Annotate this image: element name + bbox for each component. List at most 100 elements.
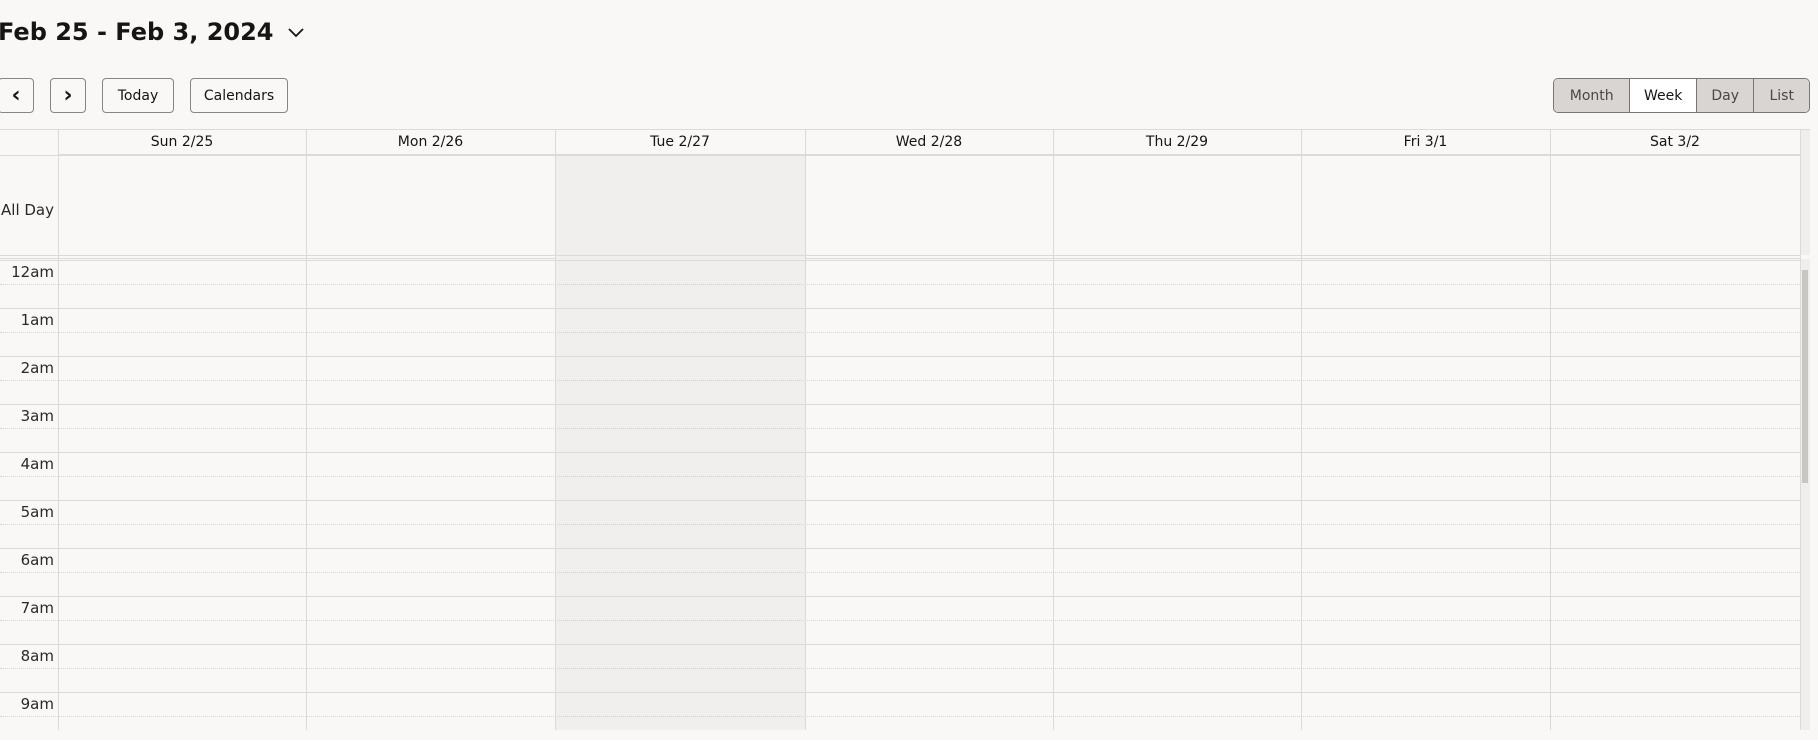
view-day-button[interactable]: Day (1695, 79, 1754, 112)
time-slot[interactable] (307, 309, 555, 356)
time-slot[interactable] (1054, 261, 1301, 308)
time-slot[interactable] (307, 693, 555, 740)
time-slot[interactable] (1054, 597, 1301, 644)
time-slot[interactable] (1551, 309, 1800, 356)
day-header[interactable]: Sat 3/2 (1550, 130, 1800, 155)
time-slot[interactable] (1551, 501, 1800, 548)
time-slot[interactable] (1302, 693, 1550, 740)
time-slot[interactable] (806, 261, 1053, 308)
time-slot[interactable] (1302, 597, 1550, 644)
view-month-button[interactable]: Month (1554, 79, 1630, 112)
date-range-label: Feb 25 - Feb 3, 2024 (0, 18, 274, 46)
day-header[interactable]: Fri 3/1 (1301, 130, 1550, 155)
time-slot[interactable] (556, 501, 805, 548)
chevron-right-icon: › (63, 83, 73, 108)
time-slot[interactable] (556, 597, 805, 644)
time-slot[interactable] (307, 261, 555, 308)
time-slot[interactable] (1551, 549, 1800, 596)
time-slot[interactable] (806, 693, 1053, 740)
date-range-title[interactable]: Feb 25 - Feb 3, 2024 (0, 18, 306, 46)
time-slot[interactable] (806, 453, 1053, 500)
time-slot[interactable] (307, 453, 555, 500)
time-slot[interactable] (806, 309, 1053, 356)
all-day-cell[interactable] (1302, 156, 1550, 255)
time-slot[interactable] (1054, 309, 1301, 356)
time-slot[interactable] (1302, 645, 1550, 692)
time-slot[interactable] (556, 357, 805, 404)
time-slot[interactable] (556, 645, 805, 692)
scrollbar-thumb[interactable] (1802, 270, 1808, 483)
time-slot[interactable] (59, 645, 306, 692)
time-slot[interactable] (59, 693, 306, 740)
time-slot[interactable] (1054, 453, 1301, 500)
time-slot[interactable] (59, 597, 306, 644)
day-header[interactable]: Mon 2/26 (306, 130, 555, 155)
time-slot[interactable] (307, 597, 555, 644)
time-slot[interactable] (1551, 405, 1800, 452)
time-slot[interactable] (1302, 405, 1550, 452)
all-day-cell[interactable] (307, 156, 555, 255)
time-slot[interactable] (556, 453, 805, 500)
time-slot[interactable] (307, 405, 555, 452)
day-header[interactable]: Thu 2/29 (1053, 130, 1301, 155)
time-slot[interactable] (1551, 645, 1800, 692)
previous-button[interactable]: ‹ (0, 78, 34, 113)
time-slot[interactable] (59, 309, 306, 356)
all-day-cell[interactable] (806, 156, 1053, 255)
view-week-button[interactable]: Week (1629, 79, 1696, 112)
time-slot[interactable] (1302, 501, 1550, 548)
time-slot[interactable] (1054, 549, 1301, 596)
time-slot[interactable] (59, 261, 306, 308)
all-day-scrollbar[interactable] (1800, 130, 1810, 255)
time-slot[interactable] (1054, 405, 1301, 452)
time-slot[interactable] (556, 549, 805, 596)
day-header[interactable]: Sun 2/25 (58, 130, 306, 155)
time-slot[interactable] (806, 501, 1053, 548)
time-slot[interactable] (307, 549, 555, 596)
time-slot[interactable] (806, 597, 1053, 644)
time-slot[interactable] (1551, 453, 1800, 500)
all-day-cell[interactable] (556, 156, 805, 255)
time-slot[interactable] (1054, 357, 1301, 404)
time-slot[interactable] (1054, 645, 1301, 692)
time-slot[interactable] (556, 261, 805, 308)
time-slot[interactable] (1551, 597, 1800, 644)
time-slot[interactable] (1302, 549, 1550, 596)
time-slot[interactable] (59, 549, 306, 596)
time-slot[interactable] (1302, 309, 1550, 356)
time-slot[interactable] (307, 645, 555, 692)
today-button[interactable]: Today (102, 78, 174, 113)
time-slot[interactable] (1302, 453, 1550, 500)
next-button[interactable]: › (50, 78, 86, 113)
time-slot[interactable] (59, 501, 306, 548)
view-list-button[interactable]: List (1753, 79, 1809, 112)
time-slot[interactable] (1551, 693, 1800, 740)
hour-label: 2am (20, 359, 54, 377)
all-day-cell[interactable] (59, 156, 306, 255)
time-slot[interactable] (307, 357, 555, 404)
hour-label: 4am (20, 455, 54, 473)
time-slot[interactable] (556, 405, 805, 452)
time-slot[interactable] (1302, 357, 1550, 404)
time-grid-scrollbar[interactable] (1800, 259, 1810, 730)
time-slot[interactable] (806, 549, 1053, 596)
time-slot[interactable] (59, 453, 306, 500)
time-slot[interactable] (806, 357, 1053, 404)
time-slot[interactable] (59, 405, 306, 452)
time-slot[interactable] (59, 357, 306, 404)
time-slot[interactable] (1302, 261, 1550, 308)
day-header[interactable]: Wed 2/28 (805, 130, 1053, 155)
time-slot[interactable] (1551, 357, 1800, 404)
all-day-cell[interactable] (1054, 156, 1301, 255)
all-day-cell[interactable] (1551, 156, 1800, 255)
time-slot[interactable] (1551, 261, 1800, 308)
time-slot[interactable] (556, 309, 805, 356)
time-slot[interactable] (1054, 693, 1301, 740)
time-slot[interactable] (1054, 501, 1301, 548)
calendars-button[interactable]: Calendars (190, 78, 288, 113)
time-slot[interactable] (806, 405, 1053, 452)
time-slot[interactable] (806, 645, 1053, 692)
time-slot[interactable] (307, 501, 555, 548)
day-header[interactable]: Tue 2/27 (555, 130, 805, 155)
time-slot[interactable] (556, 693, 805, 740)
